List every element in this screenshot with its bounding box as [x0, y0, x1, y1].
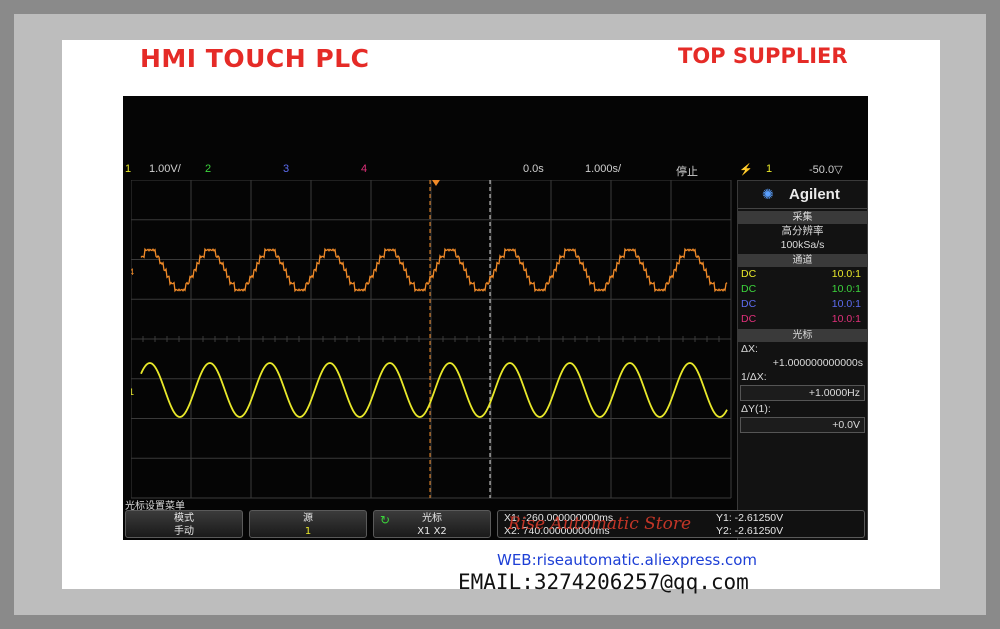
- inverse-delta-x-label: 1/ΔX:: [741, 371, 767, 383]
- softkey-source-value: 1: [304, 526, 312, 537]
- channel-coupling: DC: [741, 298, 757, 310]
- cursor-y2-readout: Y2: -2.61250V: [716, 525, 784, 537]
- trigger-level: -50.0▽: [809, 164, 843, 176]
- info-side-panel: ✺ Agilent 采集 高分辨率 100kSa/s 通道 DC 10.0:1 DC…: [737, 180, 868, 540]
- agilent-spark-icon: ✺: [762, 187, 774, 203]
- acquisition-mode: 高分辨率: [781, 225, 824, 237]
- entry-knob-icon: ↻: [380, 513, 391, 527]
- softkey-cursors-value: X1 X2: [417, 526, 447, 537]
- banner-left-text: HMI TOUCH PLC: [140, 44, 370, 73]
- trigger-edge-icon: ⚡: [739, 164, 753, 176]
- email-address: EMAIL:3274206257@qq.com: [458, 570, 749, 594]
- run-state: 停止: [676, 166, 698, 178]
- banner-right-text: TOP SUPPLIER: [678, 44, 848, 68]
- ch1-scale: 1.00V/: [149, 163, 181, 175]
- time-center-marker: [432, 180, 440, 186]
- store-watermark: Rise Automatic Store: [508, 514, 692, 534]
- delta-x-value: +1.000000000000s: [772, 357, 863, 369]
- time-scale: 1.000s/: [585, 163, 622, 175]
- graticule-grid: [131, 180, 732, 499]
- channel-list: DC 10.0:1 DC 10.0:1 DC 10.0:1 DC 10.0:1: [738, 267, 867, 327]
- channel-probe-ratio: 10.0:1: [831, 283, 861, 295]
- time-offset: 0.0s: [523, 163, 544, 175]
- brand-logo: ✺ Agilent: [738, 181, 867, 209]
- channel-coupling: DC: [741, 283, 757, 295]
- oscilloscope-screen: 1 1.00V/ 2 3 4 0.0s 1.000s/ 停止 ⚡ 1 -50.0…: [123, 96, 868, 540]
- web-address: WEB:riseautomatic.aliexpress.com: [497, 551, 758, 569]
- ch4-waveform: [140, 247, 728, 293]
- channel-row: DC 10.0:1: [738, 282, 867, 297]
- channel-header: 通道: [738, 254, 867, 267]
- softkey-source-label: 源: [303, 513, 313, 524]
- ch4-ground-marker: 4: [131, 267, 134, 277]
- sample-rate: 100kSa/s: [780, 239, 825, 251]
- channel-row: DC 10.0:1: [738, 297, 867, 312]
- cursor-y1-readout: Y1: -2.61250V: [716, 512, 784, 524]
- channel-row: DC 10.0:1: [738, 312, 867, 327]
- ch1-waveform: [140, 362, 728, 418]
- brand-name: Agilent: [789, 186, 840, 203]
- channel-coupling: DC: [741, 268, 757, 280]
- channel-row: DC 10.0:1: [738, 267, 867, 282]
- acquisition-header: 采集: [738, 211, 867, 224]
- ch1-ground-marker: 1: [131, 387, 134, 397]
- delta-y-value: +0.0V: [740, 417, 865, 433]
- channel-probe-ratio: 10.0:1: [831, 313, 861, 325]
- inverse-delta-x-value: +1.0000Hz: [740, 385, 865, 401]
- softkey-mode-label: 模式: [174, 513, 194, 524]
- ch3-number[interactable]: 3: [283, 163, 289, 175]
- status-bar: 1 1.00V/ 2 3 4 0.0s 1.000s/ 停止 ⚡ 1 -50.0…: [123, 162, 868, 178]
- ch1-number[interactable]: 1: [125, 163, 131, 175]
- softkey-cursors-label: 光标: [422, 513, 442, 524]
- cursor-header: 光标: [738, 329, 867, 342]
- trigger-channel: 1: [766, 163, 773, 175]
- softkey-mode[interactable]: 模式 手动: [125, 510, 243, 538]
- softkey-source[interactable]: 源 1: [249, 510, 367, 538]
- ch4-number[interactable]: 4: [361, 163, 367, 175]
- channel-probe-ratio: 10.0:1: [831, 298, 861, 310]
- channel-coupling: DC: [741, 313, 757, 325]
- softkey-cursors[interactable]: ↻ 光标 X1 X2: [373, 510, 491, 538]
- channel-probe-ratio: 10.0:1: [831, 268, 861, 280]
- delta-y-label: ΔY(1):: [741, 403, 771, 415]
- softkey-mode-value: 手动: [174, 526, 194, 537]
- ch2-number[interactable]: 2: [205, 163, 211, 175]
- delta-x-label: ΔX:: [741, 343, 758, 355]
